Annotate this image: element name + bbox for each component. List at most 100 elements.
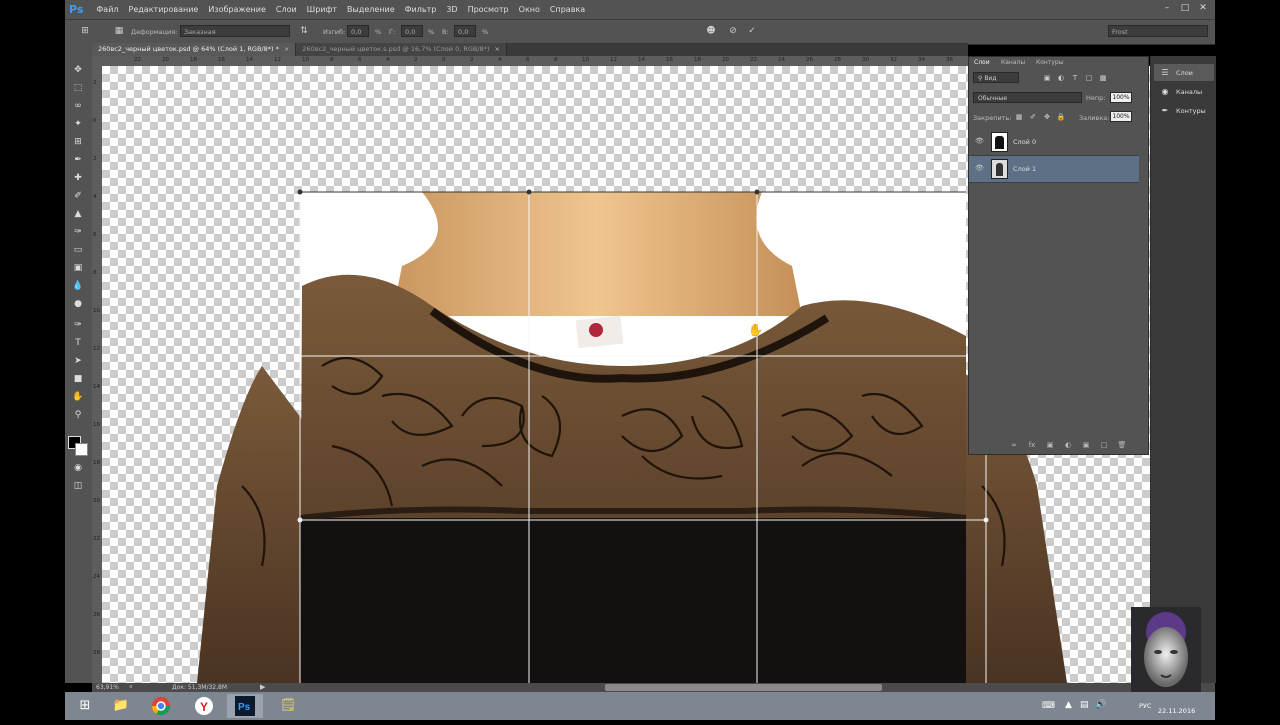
- system-date[interactable]: 22.11.2016: [1158, 707, 1195, 715]
- group-icon[interactable]: ▣: [1081, 440, 1091, 450]
- tab-layers[interactable]: Слои: [974, 59, 990, 66]
- photoshop-taskbar-icon[interactable]: Ps: [227, 694, 263, 718]
- tab-document-1[interactable]: 260вс2_черный цветок.psd @ 64% (Слой 1, …: [92, 43, 297, 56]
- path-select-tool-icon[interactable]: ➤: [71, 354, 85, 368]
- shape-tool-icon[interactable]: ■: [71, 372, 85, 386]
- background-color-swatch[interactable]: [75, 443, 88, 456]
- quick-select-tool-icon[interactable]: ✦: [71, 117, 85, 131]
- move-tool-icon[interactable]: ✥: [71, 63, 85, 77]
- blur-tool-icon[interactable]: 💧: [71, 279, 85, 293]
- history-brush-icon[interactable]: ✑: [71, 225, 85, 239]
- marquee-tool-icon[interactable]: ⬚: [71, 81, 85, 95]
- filter-pixel-icon[interactable]: ▣: [1041, 72, 1053, 84]
- menu-select[interactable]: Выделение: [347, 5, 395, 14]
- status-info-icon[interactable]: ⚬: [128, 683, 134, 691]
- grid-icon[interactable]: ▦: [113, 25, 125, 37]
- menu-type[interactable]: Шрифт: [307, 5, 337, 14]
- dock-item-layers[interactable]: ☰ Слои: [1154, 64, 1214, 81]
- pen-tool-icon[interactable]: ✑: [71, 318, 85, 332]
- close-icon[interactable]: ✕: [1196, 2, 1210, 15]
- menu-help[interactable]: Справка: [550, 5, 585, 14]
- eye-icon[interactable]: 👁: [975, 137, 984, 146]
- lock-position-icon[interactable]: ✥: [1041, 111, 1053, 123]
- quick-mask-icon[interactable]: ◉: [71, 461, 85, 475]
- screen-mode-icon[interactable]: ◫: [71, 479, 85, 493]
- menu-edit[interactable]: Редактирование: [129, 5, 199, 14]
- healing-tool-icon[interactable]: ✚: [71, 171, 85, 185]
- menu-filter[interactable]: Фильтр: [405, 5, 437, 14]
- new-layer-icon[interactable]: □: [1099, 440, 1109, 450]
- type-tool-icon[interactable]: T: [71, 336, 85, 350]
- opacity-input[interactable]: 100%: [1110, 92, 1132, 103]
- commit-transform-icon[interactable]: ✓: [746, 25, 758, 37]
- color-swatches[interactable]: [68, 436, 88, 456]
- dock-item-channels[interactable]: ◉ Каналы: [1154, 83, 1214, 100]
- tab-channels[interactable]: Каналы: [1001, 59, 1025, 66]
- dodge-tool-icon[interactable]: ●: [71, 297, 85, 311]
- horizontal-scroll-thumb[interactable]: [605, 684, 882, 691]
- eye-icon[interactable]: 👁: [975, 164, 984, 173]
- fx-icon[interactable]: fx: [1027, 440, 1037, 450]
- eraser-tool-icon[interactable]: ▭: [71, 243, 85, 257]
- lock-transparency-icon[interactable]: ▦: [1013, 111, 1025, 123]
- close-icon[interactable]: ×: [284, 45, 289, 53]
- menu-3d[interactable]: 3D: [446, 5, 457, 14]
- link-icon[interactable]: ∞: [1009, 440, 1019, 450]
- zoom-level[interactable]: 63,91%: [96, 684, 119, 691]
- eyedropper-tool-icon[interactable]: ✒: [71, 153, 85, 167]
- menu-view[interactable]: Просмотр: [468, 5, 509, 14]
- blend-mode-select[interactable]: Обычные: [973, 92, 1082, 103]
- tab-document-2[interactable]: 260вс2_черный цветок.s.psd @ 16,7% (Слой…: [296, 43, 507, 56]
- dock-item-paths[interactable]: ✒ Контуры: [1154, 102, 1214, 119]
- minimize-icon[interactable]: –: [1160, 2, 1174, 15]
- explorer-icon[interactable]: 📁: [103, 694, 139, 718]
- menu-image[interactable]: Изображение: [208, 5, 266, 14]
- brush-tool-icon[interactable]: ✐: [71, 189, 85, 203]
- keyboard-icon[interactable]: ⌨: [1042, 701, 1055, 711]
- filter-type-icon[interactable]: T: [1069, 72, 1081, 84]
- trash-icon[interactable]: 🗑: [1117, 440, 1127, 450]
- close-icon[interactable]: ×: [494, 45, 499, 53]
- fill-input[interactable]: 100%: [1110, 111, 1132, 122]
- lock-all-icon[interactable]: 🔒: [1055, 111, 1067, 123]
- tray-arrow-icon[interactable]: ▲: [1065, 700, 1072, 710]
- layer-row[interactable]: 👁 Слой 1: [969, 156, 1139, 183]
- filter-smart-icon[interactable]: ▩: [1097, 72, 1109, 84]
- layer-row[interactable]: 👁 Слой 0: [969, 129, 1139, 156]
- yandex-browser-icon[interactable]: Y: [186, 694, 222, 718]
- cancel-transform-icon[interactable]: ⊘: [727, 25, 739, 37]
- layer-filter-select[interactable]: ⚲ Вид: [973, 72, 1019, 83]
- network-icon[interactable]: ▤: [1080, 700, 1089, 710]
- chrome-icon[interactable]: [143, 694, 179, 718]
- layer-name[interactable]: Слой 1: [1013, 165, 1036, 173]
- v-distort-input[interactable]: 0,0: [454, 25, 476, 37]
- stamp-tool-icon[interactable]: ▲: [71, 207, 85, 221]
- workspace-select[interactable]: Frost: [1108, 25, 1208, 37]
- hand-tool-icon[interactable]: ✋: [71, 390, 85, 404]
- transform-tool-icon[interactable]: ⊞: [79, 25, 91, 37]
- orientation-icon[interactable]: ⇅: [298, 25, 310, 37]
- warp-mode-select[interactable]: Заказная: [180, 25, 290, 37]
- lasso-tool-icon[interactable]: ∞: [71, 99, 85, 113]
- status-menu-icon[interactable]: ▶: [260, 683, 265, 691]
- filter-shape-icon[interactable]: □: [1083, 72, 1095, 84]
- notes-icon[interactable]: 🗒: [270, 694, 306, 718]
- bend-input[interactable]: 0,0: [347, 25, 369, 37]
- zoom-tool-icon[interactable]: ⚲: [71, 408, 85, 422]
- gradient-tool-icon[interactable]: ▣: [71, 261, 85, 275]
- menu-layers[interactable]: Слои: [276, 5, 297, 14]
- volume-icon[interactable]: 🔊: [1095, 700, 1106, 710]
- menu-file[interactable]: Файл: [96, 5, 118, 14]
- adjustment-icon[interactable]: ◐: [1063, 440, 1073, 450]
- crop-tool-icon[interactable]: ⊞: [71, 135, 85, 149]
- menu-window[interactable]: Окно: [519, 5, 540, 14]
- restore-icon[interactable]: □: [1178, 2, 1192, 15]
- mask-icon[interactable]: ▣: [1045, 440, 1055, 450]
- filter-adjust-icon[interactable]: ◐: [1055, 72, 1067, 84]
- puppet-warp-icon[interactable]: ☻: [705, 25, 717, 37]
- h-distort-input[interactable]: 0,0: [401, 25, 423, 37]
- language-indicator[interactable]: РУС: [1139, 702, 1151, 710]
- layer-name[interactable]: Слой 0: [1013, 138, 1036, 146]
- lock-pixels-icon[interactable]: ✐: [1027, 111, 1039, 123]
- start-button[interactable]: ⊞: [67, 694, 103, 718]
